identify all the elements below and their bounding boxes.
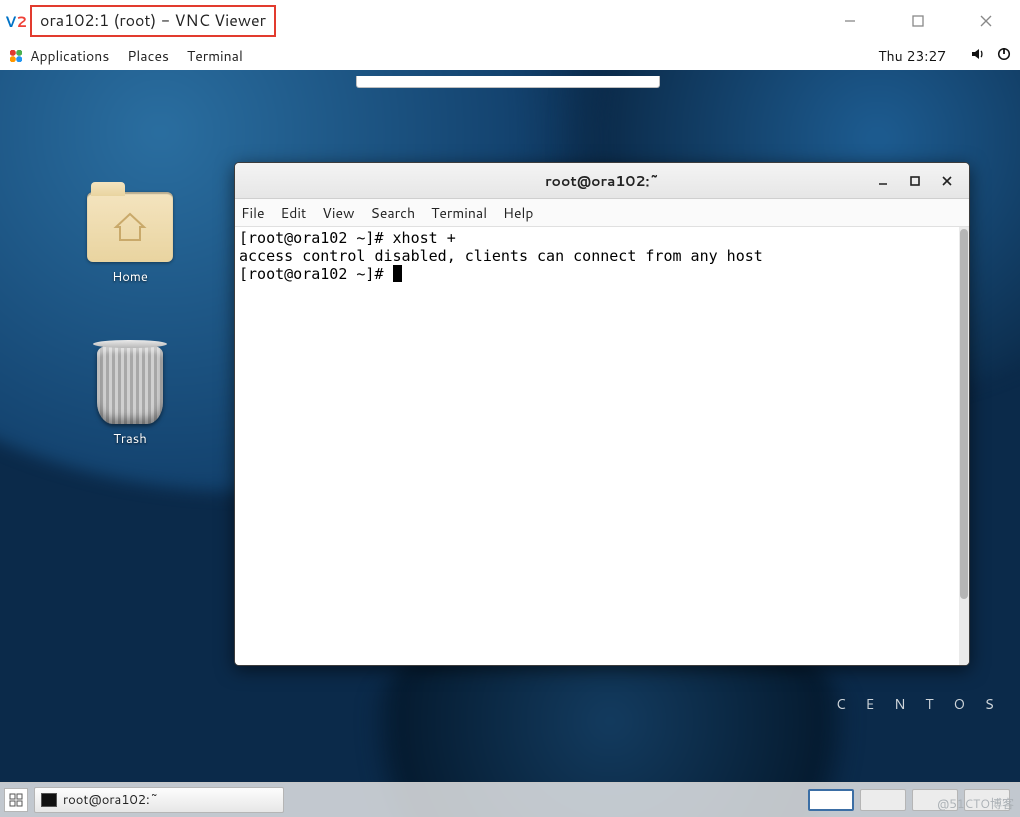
desktop-icon-trash[interactable]: Trash — [60, 346, 200, 448]
term-menu-search[interactable]: Search — [371, 203, 416, 223]
term-menu-help[interactable]: Help — [503, 203, 533, 223]
term-menu-file[interactable]: File — [241, 203, 265, 223]
power-icon[interactable] — [996, 46, 1012, 67]
trash-icon — [97, 346, 163, 424]
vnc-logo-icon: V2 — [2, 11, 30, 32]
menu-places[interactable]: Places — [127, 46, 169, 66]
taskbar-entry-label: root@ora102:~ — [63, 791, 159, 809]
menu-applications[interactable]: Applications — [30, 46, 109, 66]
term-menu-view[interactable]: View — [322, 203, 354, 223]
terminal-scrollbar-thumb[interactable] — [960, 229, 968, 599]
clock[interactable]: Thu 23:27 — [878, 46, 946, 66]
vnc-close-button[interactable] — [952, 0, 1020, 42]
centos-brand-text: C E N T O S — [836, 694, 1002, 714]
home-folder-icon — [87, 192, 173, 262]
gnome-top-bar: Applications Places Terminal Thu 23:27 — [0, 42, 1020, 70]
watermark: @51CTO博客 — [937, 795, 1014, 812]
vnc-minimize-button[interactable] — [816, 0, 884, 42]
vnc-titlebar: V2 ora102:1 (root) - VNC Viewer — [0, 0, 1020, 42]
term-menu-terminal[interactable]: Terminal — [431, 203, 487, 223]
terminal-title: root@ora102:~ — [545, 171, 659, 191]
term-line-1: [root@ora102 ~]# xhost + — [239, 229, 456, 247]
taskbar-entry-terminal[interactable]: root@ora102:~ — [34, 787, 284, 813]
desktop-icon-home[interactable]: Home — [60, 192, 200, 286]
tray-slot-2[interactable] — [860, 789, 906, 811]
tray-slot-1[interactable] — [808, 789, 854, 811]
taskbar-terminal-icon — [41, 793, 57, 807]
terminal-window[interactable]: root@ora102:~ File Edit View Search Term… — [234, 162, 970, 666]
term-menu-edit[interactable]: Edit — [281, 203, 307, 223]
terminal-scrollbar[interactable] — [959, 227, 969, 665]
vnc-maximize-button[interactable] — [884, 0, 952, 42]
vnc-window-title: ora102:1 (root) - VNC Viewer — [30, 5, 276, 37]
centos-desktop: C E N T O S Applications Places Terminal… — [0, 42, 1020, 817]
term-line-2: access control disabled, clients can con… — [239, 247, 763, 265]
menu-terminal[interactable]: Terminal — [187, 46, 243, 66]
home-label: Home — [60, 268, 200, 286]
term-line-3: [root@ora102 ~]# — [239, 265, 393, 283]
terminal-minimize-button[interactable] — [867, 163, 899, 198]
applications-icon — [8, 48, 24, 64]
gnome-taskbar: root@ora102:~ — [0, 782, 1020, 817]
terminal-close-button[interactable] — [931, 163, 963, 198]
dropdown-remnant — [356, 76, 660, 88]
workspace-switcher[interactable] — [4, 788, 28, 812]
terminal-cursor — [393, 265, 402, 282]
terminal-menubar: File Edit View Search Terminal Help — [235, 199, 969, 227]
terminal-maximize-button[interactable] — [899, 163, 931, 198]
terminal-body[interactable]: [root@ora102 ~]# xhost + access control … — [235, 227, 969, 665]
trash-label: Trash — [60, 430, 200, 448]
volume-icon[interactable] — [970, 46, 986, 67]
terminal-titlebar[interactable]: root@ora102:~ — [235, 163, 969, 199]
